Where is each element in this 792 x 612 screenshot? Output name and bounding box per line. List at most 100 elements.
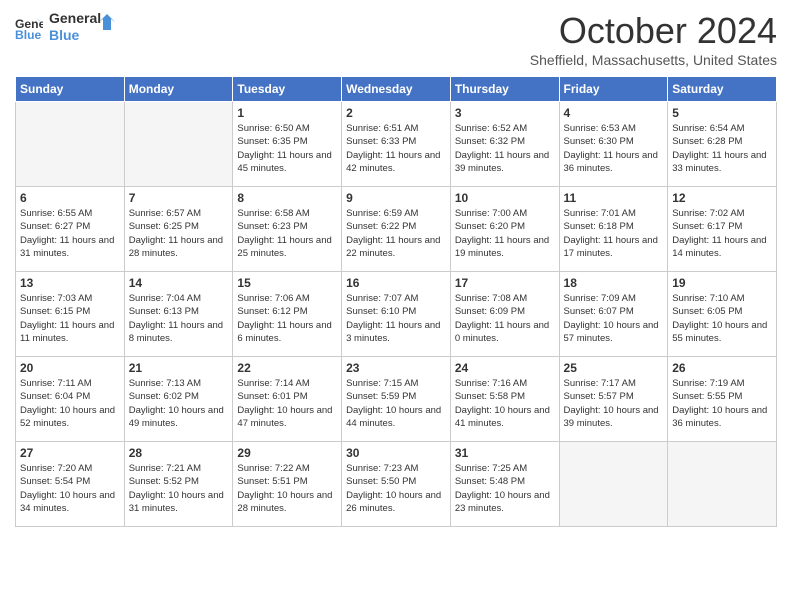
logo-line1: General	[49, 10, 101, 27]
calendar-cell: 13 Sunrise: 7:03 AMSunset: 6:15 PMDayligh…	[16, 272, 125, 357]
calendar-cell: 5Sunrise: 6:54 AMSunset: 6:28 PMDaylight…	[668, 102, 777, 187]
day-header-friday: Friday	[559, 77, 668, 102]
calendar-cell: 21 Sunrise: 7:13 AMSunset: 6:02 PMDayligh…	[124, 357, 233, 442]
calendar-week-3: 20 Sunrise: 7:11 AMSunset: 6:04 PMDayligh…	[16, 357, 777, 442]
day-number: 4	[564, 106, 664, 120]
day-info: Sunrise: 6:57 AMSunset: 6:25 PMDaylight:…	[129, 207, 229, 260]
calendar-cell: 22 Sunrise: 7:14 AMSunset: 6:01 PMDayligh…	[233, 357, 342, 442]
day-number: 21	[129, 361, 229, 375]
logo-icon: General Blue	[15, 13, 43, 41]
day-info: Sunrise: 7:07 AMSunset: 6:10 PMDaylight:…	[346, 292, 446, 345]
calendar-cell: 31Sunrise: 7:25 AMSunset: 5:48 PMDayligh…	[450, 442, 559, 527]
day-info: Sunrise: 6:58 AMSunset: 6:23 PMDaylight:…	[237, 207, 337, 260]
calendar-cell: 9 Sunrise: 6:59 AMSunset: 6:22 PMDaylight…	[342, 187, 451, 272]
day-info: Sunrise: 7:15 AMSunset: 5:59 PMDaylight:…	[346, 377, 446, 430]
day-number: 9	[346, 191, 446, 205]
day-info: Sunrise: 7:21 AMSunset: 5:52 PMDaylight:…	[129, 462, 229, 515]
calendar-table: SundayMondayTuesdayWednesdayThursdayFrid…	[15, 76, 777, 527]
day-number: 2	[346, 106, 446, 120]
calendar-cell: 18Sunrise: 7:09 AMSunset: 6:07 PMDayligh…	[559, 272, 668, 357]
calendar-cell: 10Sunrise: 7:00 AMSunset: 6:20 PMDayligh…	[450, 187, 559, 272]
day-number: 8	[237, 191, 337, 205]
day-number: 11	[564, 191, 664, 205]
calendar-cell	[124, 102, 233, 187]
day-info: Sunrise: 6:50 AMSunset: 6:35 PMDaylight:…	[237, 122, 337, 175]
day-number: 22	[237, 361, 337, 375]
calendar-cell: 4 Sunrise: 6:53 AMSunset: 6:30 PMDaylight…	[559, 102, 668, 187]
month-title: October 2024	[530, 10, 777, 52]
location-subtitle: Sheffield, Massachusetts, United States	[530, 52, 777, 68]
calendar-cell: 20 Sunrise: 7:11 AMSunset: 6:04 PMDayligh…	[16, 357, 125, 442]
calendar-cell: 30Sunrise: 7:23 AMSunset: 5:50 PMDayligh…	[342, 442, 451, 527]
day-number: 3	[455, 106, 555, 120]
calendar-week-1: 6 Sunrise: 6:55 AMSunset: 6:27 PMDaylight…	[16, 187, 777, 272]
day-info: Sunrise: 7:11 AMSunset: 6:04 PMDaylight:…	[20, 377, 120, 430]
day-info: Sunrise: 6:59 AMSunset: 6:22 PMDaylight:…	[346, 207, 446, 260]
day-number: 14	[129, 276, 229, 290]
day-header-sunday: Sunday	[16, 77, 125, 102]
day-number: 19	[672, 276, 772, 290]
day-number: 27	[20, 446, 120, 460]
calendar-cell: 17 Sunrise: 7:08 AMSunset: 6:09 PMDayligh…	[450, 272, 559, 357]
day-number: 29	[237, 446, 337, 460]
day-header-thursday: Thursday	[450, 77, 559, 102]
calendar-cell	[16, 102, 125, 187]
calendar-cell: 15 Sunrise: 7:06 AMSunset: 6:12 PMDayligh…	[233, 272, 342, 357]
day-number: 6	[20, 191, 120, 205]
calendar-cell: 11 Sunrise: 7:01 AMSunset: 6:18 PMDayligh…	[559, 187, 668, 272]
logo: General Blue General Blue	[15, 10, 117, 44]
day-info: Sunrise: 7:06 AMSunset: 6:12 PMDaylight:…	[237, 292, 337, 345]
calendar-cell: 23Sunrise: 7:15 AMSunset: 5:59 PMDayligh…	[342, 357, 451, 442]
day-number: 13	[20, 276, 120, 290]
title-block: October 2024 Sheffield, Massachusetts, U…	[530, 10, 777, 68]
day-number: 15	[237, 276, 337, 290]
logo-arrow-icon	[97, 12, 117, 32]
calendar-header-row: SundayMondayTuesdayWednesdayThursdayFrid…	[16, 77, 777, 102]
day-number: 7	[129, 191, 229, 205]
calendar-cell: 19 Sunrise: 7:10 AMSunset: 6:05 PMDayligh…	[668, 272, 777, 357]
day-number: 28	[129, 446, 229, 460]
day-header-saturday: Saturday	[668, 77, 777, 102]
calendar-cell: 26Sunrise: 7:19 AMSunset: 5:55 PMDayligh…	[668, 357, 777, 442]
calendar-week-4: 27 Sunrise: 7:20 AMSunset: 5:54 PMDayligh…	[16, 442, 777, 527]
day-info: Sunrise: 6:53 AMSunset: 6:30 PMDaylight:…	[564, 122, 664, 175]
calendar-cell: 6 Sunrise: 6:55 AMSunset: 6:27 PMDaylight…	[16, 187, 125, 272]
day-number: 1	[237, 106, 337, 120]
day-number: 26	[672, 361, 772, 375]
calendar-cell: 25Sunrise: 7:17 AMSunset: 5:57 PMDayligh…	[559, 357, 668, 442]
calendar-cell: 27 Sunrise: 7:20 AMSunset: 5:54 PMDayligh…	[16, 442, 125, 527]
day-info: Sunrise: 7:09 AMSunset: 6:07 PMDaylight:…	[564, 292, 664, 345]
day-number: 30	[346, 446, 446, 460]
day-info: Sunrise: 6:54 AMSunset: 6:28 PMDaylight:…	[672, 122, 772, 175]
day-info: Sunrise: 7:22 AMSunset: 5:51 PMDaylight:…	[237, 462, 337, 515]
day-header-tuesday: Tuesday	[233, 77, 342, 102]
logo-line2: Blue	[49, 27, 101, 44]
calendar-week-2: 13 Sunrise: 7:03 AMSunset: 6:15 PMDayligh…	[16, 272, 777, 357]
calendar-cell	[559, 442, 668, 527]
day-number: 24	[455, 361, 555, 375]
calendar-cell: 3 Sunrise: 6:52 AMSunset: 6:32 PMDaylight…	[450, 102, 559, 187]
day-info: Sunrise: 6:52 AMSunset: 6:32 PMDaylight:…	[455, 122, 555, 175]
calendar-week-0: 1 Sunrise: 6:50 AMSunset: 6:35 PMDaylight…	[16, 102, 777, 187]
day-header-monday: Monday	[124, 77, 233, 102]
day-info: Sunrise: 7:25 AMSunset: 5:48 PMDaylight:…	[455, 462, 555, 515]
day-info: Sunrise: 7:20 AMSunset: 5:54 PMDaylight:…	[20, 462, 120, 515]
day-info: Sunrise: 7:01 AMSunset: 6:18 PMDaylight:…	[564, 207, 664, 260]
day-info: Sunrise: 6:51 AMSunset: 6:33 PMDaylight:…	[346, 122, 446, 175]
day-info: Sunrise: 6:55 AMSunset: 6:27 PMDaylight:…	[20, 207, 120, 260]
day-info: Sunrise: 7:13 AMSunset: 6:02 PMDaylight:…	[129, 377, 229, 430]
calendar-cell: 29 Sunrise: 7:22 AMSunset: 5:51 PMDayligh…	[233, 442, 342, 527]
day-info: Sunrise: 7:14 AMSunset: 6:01 PMDaylight:…	[237, 377, 337, 430]
calendar-cell: 16Sunrise: 7:07 AMSunset: 6:10 PMDayligh…	[342, 272, 451, 357]
day-info: Sunrise: 7:03 AMSunset: 6:15 PMDaylight:…	[20, 292, 120, 345]
calendar-cell: 7 Sunrise: 6:57 AMSunset: 6:25 PMDaylight…	[124, 187, 233, 272]
day-number: 12	[672, 191, 772, 205]
day-info: Sunrise: 7:10 AMSunset: 6:05 PMDaylight:…	[672, 292, 772, 345]
calendar-cell: 12Sunrise: 7:02 AMSunset: 6:17 PMDayligh…	[668, 187, 777, 272]
calendar-cell: 2 Sunrise: 6:51 AMSunset: 6:33 PMDaylight…	[342, 102, 451, 187]
page-header: General Blue General Blue October 2024 S…	[15, 10, 777, 68]
calendar-cell: 28 Sunrise: 7:21 AMSunset: 5:52 PMDayligh…	[124, 442, 233, 527]
day-info: Sunrise: 7:08 AMSunset: 6:09 PMDaylight:…	[455, 292, 555, 345]
day-number: 20	[20, 361, 120, 375]
day-number: 17	[455, 276, 555, 290]
